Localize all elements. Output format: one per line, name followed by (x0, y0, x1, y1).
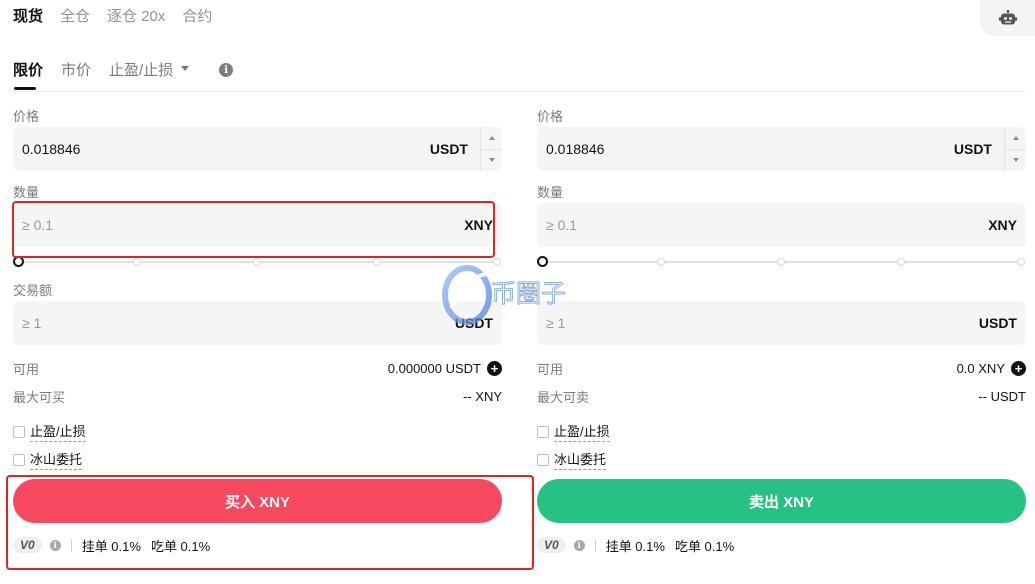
sell-tpsl-checkbox[interactable]: 止盈/止损 (537, 421, 610, 442)
buy-available-row: 可用 0.000000 USDT + (13, 359, 502, 377)
sell-panel: 价格 USDT 数量 XNY USDT 可用 0.0 XNY + 最大可卖 --… (537, 0, 1026, 584)
buy-iceberg-checkbox[interactable]: 冰山委托 (13, 449, 83, 470)
sell-available-label: 可用 (537, 361, 564, 377)
sell-price-input[interactable] (537, 127, 954, 171)
buy-available-value: 0.000000 USDT (387, 360, 481, 376)
plus-circle-icon[interactable]: + (487, 360, 502, 376)
checkbox-box[interactable] (537, 425, 549, 438)
slider-tick-25[interactable] (657, 258, 665, 266)
slider-tick-75[interactable] (897, 258, 905, 266)
sell-price-decrement[interactable] (1005, 150, 1026, 172)
slider-tick-50[interactable] (253, 258, 261, 266)
sell-qty-input[interactable] (537, 203, 989, 247)
buy-tpsl-checkbox[interactable]: 止盈/止损 (13, 421, 86, 442)
buy-available-value-wrap: 0.000000 USDT + (387, 360, 502, 376)
slider-tick-75[interactable] (373, 258, 381, 266)
buy-price-stepper (480, 127, 502, 171)
buy-qty-input[interactable] (13, 203, 465, 247)
buy-price-decrement[interactable] (481, 150, 502, 172)
buy-amount-label: 交易额 (13, 283, 53, 298)
sell-iceberg-checkbox[interactable]: 冰山委托 (537, 449, 607, 470)
slider-tick-100[interactable] (493, 258, 501, 266)
slider-tick-100[interactable] (1017, 258, 1025, 266)
maker-fee: 挂单 0.1% (81, 538, 141, 554)
sell-price-unit: USDT (953, 141, 992, 157)
divider (70, 538, 72, 552)
sell-tpsl-checkbox-label: 止盈/止损 (554, 421, 610, 442)
sell-qty-slider[interactable] (537, 256, 1026, 268)
buy-qty-field: XNY (13, 203, 502, 247)
slider-tick-25[interactable] (133, 258, 141, 266)
sell-available-value: 0.0 XNY (956, 360, 1005, 376)
buy-qty-slider[interactable] (13, 256, 502, 268)
sell-price-stepper (1004, 127, 1026, 171)
buy-max-label: 最大可买 (13, 389, 66, 405)
sell-qty-label: 数量 (537, 185, 564, 200)
taker-fee: 吃单 0.1% (674, 538, 735, 554)
buy-button[interactable]: 买入 XNY (13, 479, 502, 523)
buy-iceberg-checkbox-label: 冰山委托 (30, 449, 83, 470)
slider-handle[interactable] (13, 256, 24, 267)
slider-tick-50[interactable] (777, 258, 785, 266)
sell-available-value-wrap: 0.0 XNY + (956, 360, 1026, 376)
buy-max-row: 最大可买 -- XNY (13, 387, 502, 405)
taker-fee: 吃单 0.1% (150, 538, 211, 554)
sell-max-label: 最大可卖 (537, 389, 590, 405)
buy-qty-unit: XNY (464, 217, 493, 233)
sell-qty-unit: XNY (988, 217, 1017, 233)
sell-price-label: 价格 (537, 109, 564, 124)
sell-max-row: 最大可卖 -- USDT (537, 387, 1026, 405)
maker-fee: 挂单 0.1% (605, 538, 665, 554)
arrow-up-icon (1012, 135, 1019, 140)
fee-level-badge: V0 (537, 537, 566, 553)
sell-amount-field: USDT (537, 301, 1026, 345)
sell-iceberg-checkbox-label: 冰山委托 (554, 449, 607, 470)
buy-price-increment[interactable] (481, 127, 502, 150)
plus-circle-icon[interactable]: + (1011, 360, 1026, 376)
buy-panel: 价格 USDT 数量 XNY 交易额 USDT 可用 0.000000 USDT… (13, 0, 502, 584)
sell-amount-input[interactable] (537, 301, 979, 345)
info-icon[interactable]: i (573, 539, 585, 551)
sell-amount-unit: USDT (978, 315, 1017, 331)
sell-button[interactable]: 卖出 XNY (537, 479, 1026, 523)
checkbox-box[interactable] (537, 453, 549, 466)
arrow-down-icon (1012, 158, 1019, 163)
sell-qty-field: XNY (537, 203, 1026, 247)
sell-max-value: -- USDT (978, 388, 1026, 404)
info-icon[interactable]: i (49, 539, 61, 551)
checkbox-box[interactable] (13, 453, 25, 466)
divider (594, 538, 596, 552)
buy-max-value: -- XNY (463, 388, 502, 404)
sell-available-row: 可用 0.0 XNY + (537, 359, 1026, 377)
buy-amount-unit: USDT (454, 315, 493, 331)
buy-tpsl-checkbox-label: 止盈/止损 (30, 421, 86, 442)
buy-available-label: 可用 (13, 361, 40, 377)
checkbox-box[interactable] (13, 425, 25, 438)
sell-fee-row: V0 i 挂单 0.1% 吃单 0.1% (537, 535, 744, 555)
arrow-down-icon (488, 158, 495, 163)
sell-price-field: USDT (537, 127, 1026, 171)
buy-price-field: USDT (13, 127, 502, 171)
buy-amount-field: USDT (13, 301, 502, 345)
buy-price-unit: USDT (429, 141, 468, 157)
buy-price-input[interactable] (13, 127, 430, 171)
buy-price-label: 价格 (13, 109, 40, 124)
buy-fee-row: V0 i 挂单 0.1% 吃单 0.1% (13, 535, 220, 555)
slider-handle[interactable] (537, 256, 548, 267)
sell-price-increment[interactable] (1005, 127, 1026, 150)
buy-qty-label: 数量 (13, 185, 40, 200)
buy-amount-input[interactable] (13, 301, 455, 345)
fee-level-badge: V0 (13, 537, 42, 553)
arrow-up-icon (488, 135, 495, 140)
